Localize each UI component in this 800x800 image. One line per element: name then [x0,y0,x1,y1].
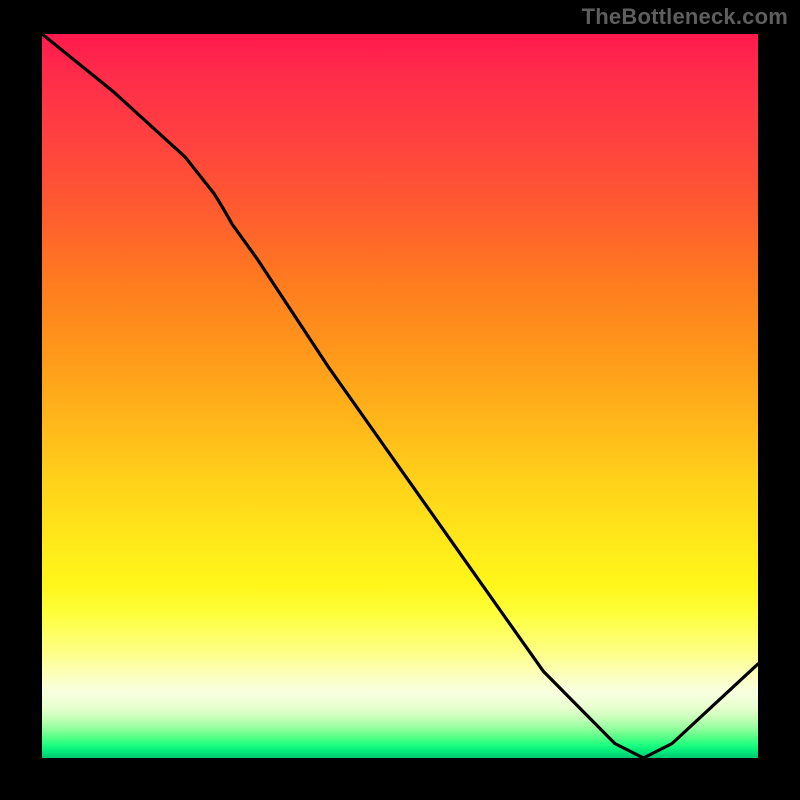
data-curve [42,34,758,758]
curve-svg [42,34,758,758]
plot-area [38,30,762,762]
chart-container: TheBottleneck.com [0,0,800,800]
watermark-text: TheBottleneck.com [582,4,788,30]
